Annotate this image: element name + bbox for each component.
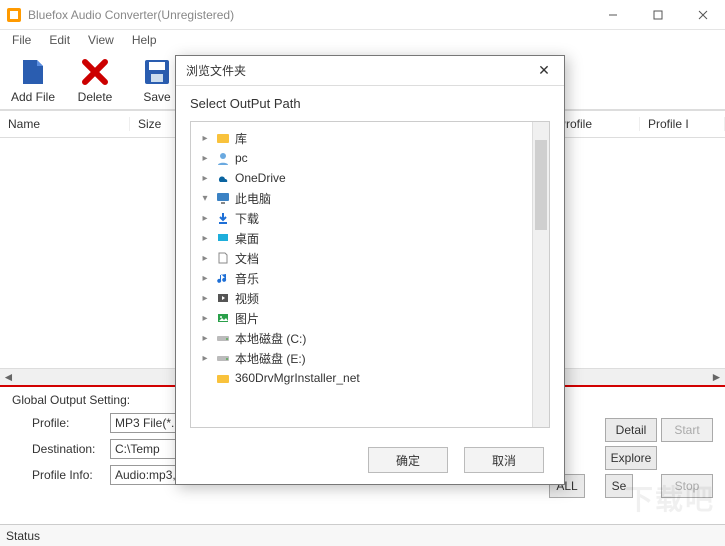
destination-label: Destination:	[12, 442, 102, 456]
tree-node-folder[interactable]: 360DrvMgrInstaller_net	[191, 368, 532, 388]
browse-dialog: 浏览文件夹 ✕ Select OutPut Path ▸库 ▸pc ▸OneDr…	[175, 55, 565, 485]
profile-info-label: Profile Info:	[12, 468, 102, 482]
drive-icon	[215, 350, 231, 366]
onedrive-icon	[215, 170, 231, 186]
scroll-left-icon[interactable]: ◄	[0, 369, 17, 386]
status-text: Status	[6, 529, 40, 543]
add-file-label: Add File	[11, 90, 55, 104]
tree-node-disk-e[interactable]: ▸本地磁盘 (E:)	[191, 348, 532, 368]
tree-node-videos[interactable]: ▸视频	[191, 288, 532, 308]
tree-node-pictures[interactable]: ▸图片	[191, 308, 532, 328]
tree-node-libraries[interactable]: ▸库	[191, 128, 532, 148]
save-label: Save	[143, 90, 170, 104]
menu-edit[interactable]: Edit	[41, 31, 78, 49]
explore-button[interactable]: Explore	[605, 446, 657, 470]
dialog-cancel-button[interactable]: 取消	[464, 447, 544, 473]
detail-button[interactable]: Detail	[605, 418, 657, 442]
drive-icon	[215, 330, 231, 346]
tree-node-desktop[interactable]: ▸桌面	[191, 228, 532, 248]
folder-icon	[215, 370, 231, 386]
maximize-button[interactable]	[635, 0, 680, 30]
menu-file[interactable]: File	[4, 31, 39, 49]
documents-icon	[215, 250, 231, 266]
minimize-button[interactable]	[590, 0, 635, 30]
videos-icon	[215, 290, 231, 306]
stop-button[interactable]: Stop	[661, 474, 713, 498]
start-button[interactable]: Start	[661, 418, 713, 442]
folder-tree[interactable]: ▸库 ▸pc ▸OneDrive ▾此电脑 ▸下载 ▸桌面 ▸文档 ▸音乐 ▸视…	[191, 122, 532, 427]
col-name[interactable]: Name	[0, 117, 130, 131]
tree-node-music[interactable]: ▸音乐	[191, 268, 532, 288]
tree-node-downloads[interactable]: ▸下载	[191, 208, 532, 228]
delete-label: Delete	[78, 90, 113, 104]
profile-label: Profile:	[12, 416, 102, 430]
scroll-right-icon[interactable]: ►	[708, 369, 725, 386]
tree-node-pc[interactable]: ▸pc	[191, 148, 532, 168]
computer-icon	[215, 190, 231, 206]
tree-node-documents[interactable]: ▸文档	[191, 248, 532, 268]
se-button[interactable]: Se	[605, 474, 633, 498]
dialog-title: 浏览文件夹	[186, 62, 534, 79]
desktop-icon	[215, 230, 231, 246]
col-profile2[interactable]: Profile I	[640, 117, 725, 131]
menu-view[interactable]: View	[80, 31, 122, 49]
close-button[interactable]	[680, 0, 725, 30]
add-file-button[interactable]: Add File	[8, 56, 58, 104]
window-title: Bluefox Audio Converter(Unregistered)	[28, 8, 590, 22]
download-icon	[215, 210, 231, 226]
tree-node-thispc[interactable]: ▾此电脑	[191, 188, 532, 208]
tree-node-onedrive[interactable]: ▸OneDrive	[191, 168, 532, 188]
libraries-icon	[215, 130, 231, 146]
pictures-icon	[215, 310, 231, 326]
dialog-prompt: Select OutPut Path	[176, 86, 564, 117]
dialog-scrollbar[interactable]	[532, 122, 549, 427]
tree-node-disk-c[interactable]: ▸本地磁盘 (C:)	[191, 328, 532, 348]
user-icon	[215, 150, 231, 166]
app-icon	[6, 7, 22, 23]
menu-help[interactable]: Help	[124, 31, 165, 49]
music-icon	[215, 270, 231, 286]
dialog-ok-button[interactable]: 确定	[368, 447, 448, 473]
delete-button[interactable]: Delete	[70, 56, 120, 104]
dialog-close-button[interactable]: ✕	[534, 61, 554, 81]
